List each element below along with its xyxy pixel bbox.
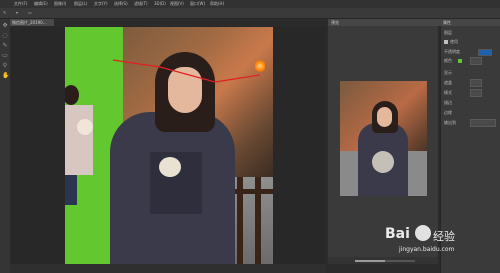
menu-item-3d[interactable]: 3D(D): [154, 0, 166, 8]
prop-row-mode: 模式: [444, 90, 452, 95]
output-dropdown[interactable]: [470, 119, 496, 127]
selection-line: [112, 59, 261, 83]
preview-thumbnail: [340, 81, 427, 196]
menu-item-image[interactable]: 图像(I): [54, 0, 66, 8]
lasso-icon[interactable]: ◌: [2, 33, 8, 39]
prop-row-output: 输出到: [444, 120, 456, 125]
menu-item-edit[interactable]: 编辑(E): [34, 0, 48, 8]
document-tab[interactable]: 微信图片_20190...: [10, 19, 54, 26]
prop-row-mask: 遮盖: [444, 80, 452, 85]
mode-option-button[interactable]: [470, 89, 482, 97]
mask-option-button[interactable]: [470, 79, 482, 87]
watermark-brand: Bai: [385, 226, 410, 242]
watermark-url: jingyan.baidu.com: [399, 246, 455, 253]
opacity-field[interactable]: [478, 49, 492, 56]
preview-tab[interactable]: 预览: [328, 19, 441, 26]
menu-item-view[interactable]: 视图(V): [170, 0, 184, 8]
option-icon[interactable]: ▾: [16, 9, 18, 17]
paw-logo-icon: [415, 225, 431, 241]
menu-item-layer[interactable]: 图层(L): [74, 0, 87, 8]
brush-icon[interactable]: ✎: [2, 43, 8, 49]
color-swatch[interactable]: [458, 59, 462, 63]
preview-zoom-slider-fill: [355, 260, 385, 262]
baidu-watermark: Bai 经验 jingyan.baidu.com: [385, 225, 495, 266]
move-icon[interactable]: ✥: [2, 23, 8, 29]
photo-canvas[interactable]: [65, 27, 273, 264]
prop-row-stroke: 描边: [444, 100, 452, 105]
menu-item-select[interactable]: 选择(S): [114, 0, 128, 8]
options-bar: ✎ ▾ ▭: [0, 8, 500, 19]
radio-icon[interactable]: [444, 40, 448, 44]
tool-preset-icon[interactable]: ✎: [3, 9, 6, 17]
menu-item-filter[interactable]: 滤镜(T): [134, 0, 148, 8]
prop-row-opacity: 不透明度: [444, 49, 460, 54]
color-option-button[interactable]: [470, 57, 482, 65]
eraser-icon[interactable]: ▭: [2, 53, 8, 59]
prop-row-color: 颜色: [444, 58, 452, 63]
watermark-brand-suffix: 经验: [433, 230, 455, 243]
menu-item-help[interactable]: 帮助(H): [210, 0, 224, 8]
prop-row-layer: 图层: [444, 30, 452, 35]
canvas-status-bar: [10, 264, 326, 273]
hand-icon[interactable]: ✋: [2, 73, 9, 79]
menu-bar: 文件(F) 编辑(E) 图像(I) 图层(L) 文字(Y) 选择(S) 滤镜(T…: [0, 0, 500, 8]
prop-row-display: 显示: [444, 70, 452, 75]
menu-item-window[interactable]: 窗口(W): [190, 0, 205, 8]
size-field[interactable]: ▭: [28, 9, 32, 17]
prop-row-edge: 边缘: [444, 110, 452, 115]
menu-item-file[interactable]: 文件(F): [14, 0, 27, 8]
prop-row-use: 使用: [450, 39, 458, 44]
menu-item-type[interactable]: 文字(Y): [94, 0, 108, 8]
properties-tab[interactable]: 属性: [440, 19, 500, 26]
zoom-icon[interactable]: ⚲: [2, 63, 8, 69]
